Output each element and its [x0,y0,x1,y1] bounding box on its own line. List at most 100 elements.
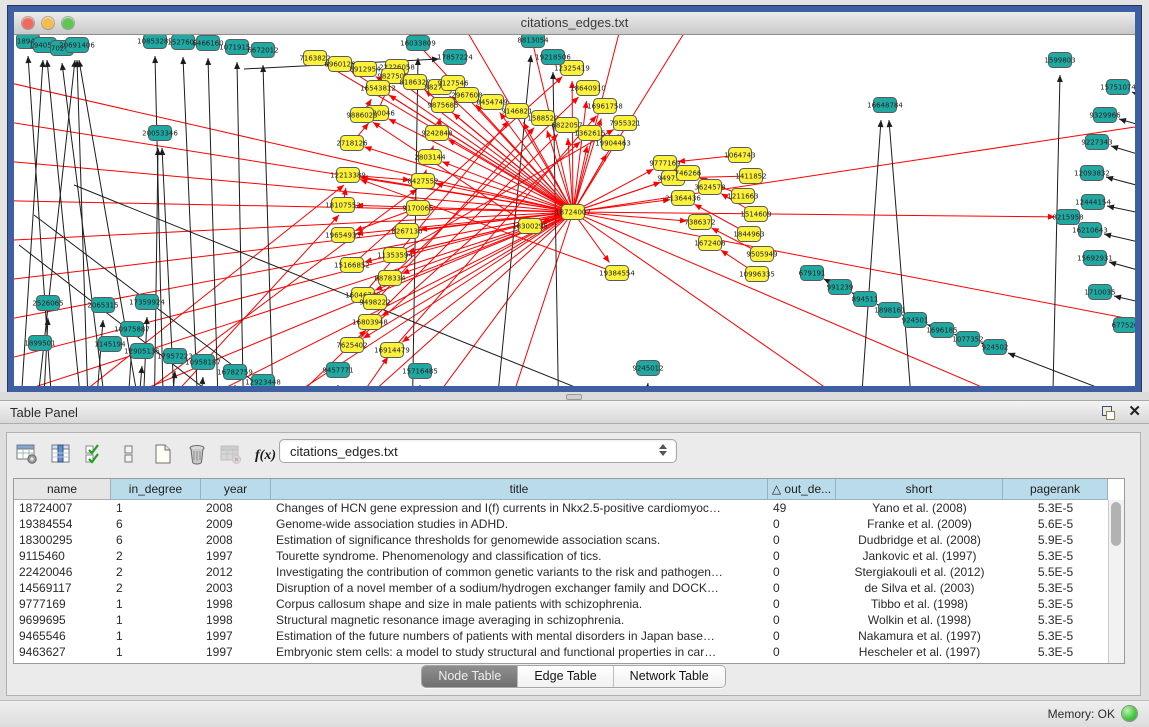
table-row[interactable]: 946554611997Estimation of the future num… [14,628,1124,644]
graph-node[interactable]: 9505949 [746,247,777,262]
graph-node[interactable]: 8427552 [407,174,438,189]
graph-node[interactable]: 2065315 [87,298,118,313]
graph-node[interactable]: 16803948 [352,315,388,330]
network-window-titlebar[interactable]: citations_edges.txt [14,12,1135,35]
graph-node[interactable]: 8912954 [349,62,381,77]
panel-splitter[interactable] [0,392,1149,400]
graph-node[interactable]: 1145194 [94,337,126,352]
scrollbar-thumb[interactable] [1111,502,1121,546]
graph-node[interactable]: 1514609 [740,207,771,222]
column-header-title[interactable]: title [271,479,768,500]
table-row[interactable]: 946362711997Embryonic stem cells: a mode… [14,644,1124,660]
float-panel-icon[interactable] [1100,404,1116,420]
graph-node[interactable]: 3624578 [694,180,725,195]
graph-node[interactable]: 1599803 [1044,53,1075,68]
graph-node[interactable]: 9245012 [632,361,663,376]
table-row[interactable]: 969969511998Structural magnetic resonanc… [14,612,1124,628]
graph-node[interactable]: 9227343 [1081,135,1112,150]
delete-column-icon[interactable] [185,442,209,466]
graph-node[interactable]: 9498222 [359,295,390,310]
graph-node[interactable]: 894511 [852,292,879,307]
select-column-icon[interactable] [49,442,73,466]
table-row[interactable]: 1872400712008Changes of HCN gene express… [14,500,1124,516]
graph-node[interactable]: 677520 [1112,318,1135,333]
graph-node[interactable]: 17359924 [129,295,165,310]
graph-node[interactable]: 9170065 [402,201,433,216]
tab-network-table[interactable]: Network Table [614,666,725,687]
graph-node[interactable]: 1362615 [574,126,605,141]
graph-node[interactable]: 15166852 [334,258,370,273]
new-table-icon[interactable] [151,442,175,466]
graph-node[interactable]: 9875685 [427,98,458,113]
graph-node[interactable]: 9777169 [649,156,680,171]
graph-node[interactable]: 746266 [675,166,702,181]
graph-node[interactable]: 9329966 [1089,108,1121,123]
graph-node[interactable]: 6672012 [247,43,278,58]
graph-node[interactable]: 1064743 [724,148,755,163]
graph-node[interactable]: 991239 [827,280,854,295]
graph-node[interactable]: 16961758 [587,99,623,114]
graph-node[interactable]: 18300295 [512,219,548,234]
graph-node[interactable]: 16914479 [374,343,410,358]
graph-node[interactable]: 16648784 [867,98,903,113]
table-select-dropdown[interactable]: citations_edges.txt [279,439,677,463]
column-header-year[interactable]: year [201,479,271,500]
graph-node[interactable]: 679191 [799,266,826,281]
graph-node[interactable]: 2803144 [414,150,446,165]
close-panel-icon[interactable]: ✕ [1128,404,1141,420]
table-row[interactable]: 2242004622012Investigating the contribut… [14,564,1124,580]
tab-edge-table[interactable]: Edge Table [518,666,613,687]
graph-node[interactable]: 2526065 [32,296,63,311]
graph-node[interactable]: 12093832 [1074,166,1110,181]
column-header-pagerank[interactable]: pagerank [1003,479,1108,500]
row-height-icon[interactable] [117,442,141,466]
delete-table-icon[interactable] [219,442,243,466]
column-header-short[interactable]: short [836,479,1003,500]
graph-node[interactable]: 1077352 [952,332,983,347]
graph-node[interactable]: 15716485 [402,364,438,379]
graph-node[interactable]: 18640910 [570,81,606,96]
table-settings-icon[interactable] [15,442,39,466]
graph-node[interactable]: 19654933 [325,228,361,243]
table-row[interactable]: 1938455462009Genome-wide association stu… [14,516,1124,532]
graph-node[interactable]: 1411852 [735,169,766,184]
table-row[interactable]: 911546021997Tourette syndrome. Phenomeno… [14,548,1124,564]
graph-node[interactable]: 18107552 [325,198,361,213]
graph-node[interactable]: 8813054 [517,35,549,48]
table-row[interactable]: 1456911722003Disruption of a novel membe… [14,580,1124,596]
graph-node[interactable]: 7386372 [684,215,715,230]
graph-node[interactable]: 21364436 [665,191,701,206]
table-vertical-scrollbar[interactable] [1108,500,1124,663]
graph-node[interactable]: 1898161 [874,303,905,318]
graph-node[interactable]: 8878334 [374,271,406,286]
graph-node[interactable]: 20053346 [142,126,178,141]
graph-node[interactable]: 1844963 [733,227,764,242]
graph-node[interactable]: 19384554 [599,266,635,281]
graph-node[interactable]: 15751074 [1100,80,1135,95]
graph-node[interactable]: 1710035 [1084,285,1115,300]
graph-node[interactable]: 16033809 [400,36,436,51]
network-graph-canvas[interactable]: 1872400771638228960128891295422226058982… [14,35,1135,386]
graph-node[interactable]: 1899501 [24,336,55,351]
table-row[interactable]: 1830029562008Estimation of significance … [14,532,1124,548]
graph-node[interactable]: 8267130 [391,224,422,239]
graph-node[interactable]: 1672408 [694,236,725,251]
table-row[interactable]: 977716911998Corpus callosum shape and si… [14,596,1124,612]
graph-node[interactable]: 9457771 [322,363,353,378]
select-rows-icon[interactable] [83,442,107,466]
graph-node[interactable]: 12213389 [330,168,366,183]
graph-node[interactable]: 17857224 [437,50,473,65]
column-header-outde[interactable]: △ out_de... [768,479,836,500]
graph-node[interactable]: 10996335 [739,267,775,282]
column-header-name[interactable]: name [14,479,111,500]
function-builder-icon[interactable]: f(x) [253,442,277,466]
graph-node[interactable]: 924501 [902,313,929,328]
tab-node-table[interactable]: Node Table [422,666,518,687]
graph-node[interactable]: 1211663 [727,189,758,204]
graph-node[interactable]: 16210643 [1072,223,1108,238]
graph-node[interactable]: 9242848 [421,126,452,141]
graph-node[interactable]: 7955321 [609,116,640,131]
column-header-indegree[interactable]: in_degree [111,479,201,500]
graph-node[interactable]: 2718126 [336,136,368,151]
graph-node[interactable]: 924502 [982,340,1009,355]
